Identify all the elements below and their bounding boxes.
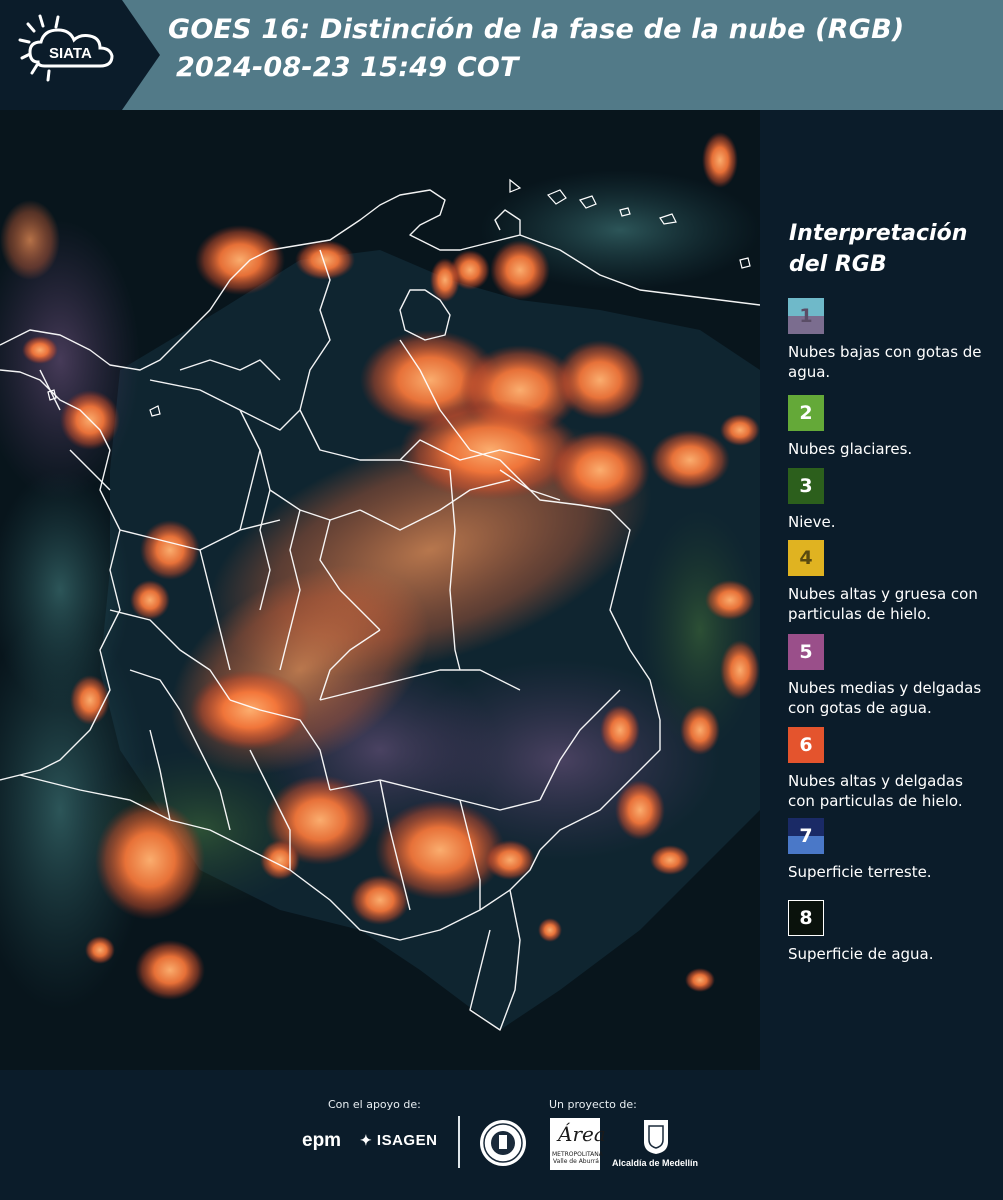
metro-logo-script: Área bbox=[558, 1122, 606, 1146]
support-label: Con el apoyo de: bbox=[328, 1098, 421, 1111]
legend-swatch: 6 bbox=[788, 727, 824, 763]
alcaldia-label: Alcaldía de Medellín bbox=[612, 1158, 699, 1168]
alcaldia-shield-icon[interactable] bbox=[642, 1118, 670, 1160]
legend-label: Nubes bajas con gotas de agua. bbox=[788, 343, 982, 381]
legend-swatch: 5 bbox=[788, 634, 824, 670]
footer-divider bbox=[458, 1116, 460, 1168]
legend-label: Nubes medias y delgadas con gotas de agu… bbox=[788, 679, 982, 717]
legend-item-2: 2 Nubes glaciares. bbox=[788, 395, 993, 459]
legend-number: 3 bbox=[799, 475, 813, 497]
legend-label: Nubes altas y delgadas con particulas de… bbox=[788, 772, 963, 810]
legend-number: 6 bbox=[799, 734, 813, 756]
metro-logo-small: METROPOLITANA Valle de Aburrá bbox=[552, 1151, 603, 1165]
legend-label: Nieve. bbox=[788, 513, 836, 531]
legend-panel: Interpretación del RGB 1 Nubes bajas con … bbox=[760, 110, 1003, 1070]
page-timestamp: 2024-08-23 15:49 COT bbox=[176, 52, 519, 83]
legend-title: Interpretación del RGB bbox=[789, 218, 989, 280]
legend-swatch: 1 bbox=[788, 298, 824, 334]
legend-swatch: 7 bbox=[788, 818, 824, 854]
legend-swatch: 3 bbox=[788, 468, 824, 504]
legend-item-8: 8 Superficie de agua. bbox=[788, 900, 993, 964]
university-seal-icon[interactable] bbox=[478, 1118, 528, 1172]
siata-logo[interactable]: SIATA bbox=[0, 0, 160, 110]
isagen-text: ISAGEN bbox=[376, 1132, 438, 1149]
legend-item-7: 7 Superficie terreste. bbox=[788, 818, 993, 882]
legend-swatch: 4 bbox=[788, 540, 824, 576]
footer: Con el apoyo de: Un proyecto de: epm ✦ I… bbox=[0, 1070, 1003, 1200]
isagen-logo[interactable]: ✦ ISAGEN bbox=[360, 1132, 437, 1149]
legend-number: 2 bbox=[799, 402, 813, 424]
area-metropolitana-logo[interactable]: Área METROPOLITANA Valle de Aburrá bbox=[550, 1118, 606, 1170]
legend-label: Nubes altas y gruesa con particulas de h… bbox=[788, 585, 978, 623]
legend-number: 5 bbox=[799, 641, 813, 663]
isagen-icon: ✦ bbox=[360, 1132, 373, 1148]
legend-item-5: 5 Nubes medias y delgadas con gotas de ag… bbox=[788, 634, 993, 718]
epm-logo[interactable]: epm bbox=[302, 1130, 341, 1152]
header-bar: SIATA GOES 16: Distinción de la fase de … bbox=[0, 0, 1003, 110]
page-title: GOES 16: Distinción de la fase de la nub… bbox=[168, 14, 905, 45]
satellite-image bbox=[0, 110, 760, 1070]
legend-title-line2: del RGB bbox=[789, 252, 887, 277]
legend-label: Superficie terreste. bbox=[788, 863, 932, 881]
legend-number: 1 bbox=[799, 305, 813, 327]
legend-number: 8 bbox=[799, 907, 813, 929]
legend-swatch: 8 bbox=[788, 900, 824, 936]
legend-number: 4 bbox=[799, 547, 813, 569]
legend-title-line1: Interpretación bbox=[789, 221, 968, 246]
satellite-map[interactable] bbox=[0, 110, 760, 1070]
legend-item-1: 1 Nubes bajas con gotas de agua. bbox=[788, 298, 993, 382]
legend-label: Nubes glaciares. bbox=[788, 440, 913, 458]
project-label: Un proyecto de: bbox=[549, 1098, 637, 1111]
legend-swatch: 2 bbox=[788, 395, 824, 431]
legend-label: Superficie de agua. bbox=[788, 945, 934, 963]
legend-item-6: 6 Nubes altas y delgadas con particulas d… bbox=[788, 727, 993, 811]
siata-logo-text: SIATA bbox=[49, 45, 92, 62]
legend-item-3: 3 Nieve. bbox=[788, 468, 993, 532]
legend-item-4: 4 Nubes altas y gruesa con particulas de … bbox=[788, 540, 993, 624]
legend-number: 7 bbox=[799, 825, 813, 847]
